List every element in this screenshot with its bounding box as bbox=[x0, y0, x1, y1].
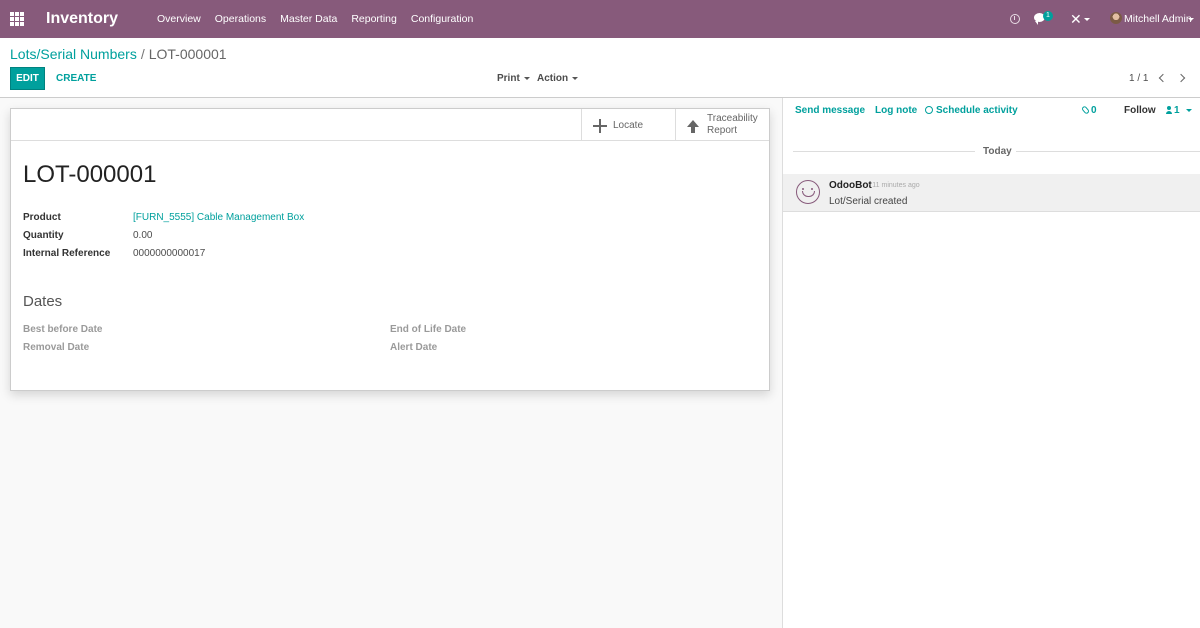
print-dropdown[interactable]: Print bbox=[497, 73, 530, 84]
apps-menu-icon[interactable] bbox=[10, 12, 24, 26]
menu-item-reporting[interactable]: Reporting bbox=[351, 13, 397, 25]
clock-icon bbox=[925, 106, 933, 114]
quantity-value: 0.00 bbox=[133, 230, 153, 241]
product-label: Product bbox=[23, 212, 61, 223]
dates-group-title: Dates bbox=[23, 293, 63, 310]
form-sheet: Locate Traceability Report LOT-000001 Pr… bbox=[10, 108, 770, 391]
user-icon bbox=[1166, 106, 1172, 114]
pager-previous-icon[interactable] bbox=[1158, 73, 1168, 83]
date-separator-line bbox=[1015, 151, 1200, 152]
chevron-down-icon bbox=[1185, 108, 1192, 112]
menu-item-configuration[interactable]: Configuration bbox=[411, 13, 473, 25]
chatter-message: OdooBot - 11 minutes ago Lot/Serial crea… bbox=[783, 174, 1200, 212]
attachments-button[interactable]: 0 bbox=[1081, 105, 1097, 116]
internal-reference-label: Internal Reference bbox=[23, 248, 111, 259]
odoobot-avatar-icon bbox=[796, 180, 820, 204]
arrow-up-icon bbox=[687, 120, 699, 133]
activity-clock-icon[interactable] bbox=[1010, 14, 1020, 24]
log-note-button[interactable]: Log note bbox=[875, 105, 917, 116]
breadcrumb-current: LOT-000001 bbox=[148, 46, 227, 62]
schedule-activity-button[interactable]: Schedule activity bbox=[925, 105, 1018, 116]
pager-value[interactable]: 1 / 1 bbox=[1129, 73, 1148, 84]
top-navbar: Inventory Overview Operations Master Dat… bbox=[0, 0, 1200, 38]
best-before-date-label: Best before Date bbox=[23, 324, 103, 335]
end-of-life-date-label: End of Life Date bbox=[390, 324, 467, 335]
date-separator: Today bbox=[979, 146, 1016, 157]
locate-button[interactable]: Locate bbox=[581, 109, 675, 141]
breadcrumb: Lots/Serial Numbers / LOT-000001 bbox=[10, 46, 227, 62]
user-avatar[interactable] bbox=[1110, 12, 1122, 24]
paperclip-icon bbox=[1081, 105, 1090, 115]
create-button[interactable]: CREATE bbox=[56, 73, 96, 84]
schedule-activity-label: Schedule activity bbox=[936, 105, 1018, 116]
message-body: Lot/Serial created bbox=[829, 196, 908, 207]
attachment-count: 0 bbox=[1091, 105, 1097, 116]
edit-button[interactable]: EDIT bbox=[10, 67, 45, 90]
internal-reference-value: 0000000000017 bbox=[133, 248, 206, 259]
action-label: Action bbox=[537, 73, 569, 84]
message-timestamp: - 11 minutes ago bbox=[868, 182, 920, 189]
debug-tools-icon[interactable]: ✕ bbox=[1070, 11, 1082, 28]
pager-next-icon[interactable] bbox=[1176, 73, 1186, 83]
chatter-panel: Send message Log note Schedule activity … bbox=[782, 98, 1200, 628]
menu-item-operations[interactable]: Operations bbox=[215, 13, 266, 25]
main-menu: Overview Operations Master Data Reportin… bbox=[157, 13, 473, 25]
app-name[interactable]: Inventory bbox=[46, 10, 118, 28]
smart-button-box: Locate Traceability Report bbox=[11, 109, 769, 141]
traceability-label: Traceability Report bbox=[707, 113, 758, 136]
followers-button[interactable]: 1 bbox=[1166, 105, 1192, 116]
message-author[interactable]: OdooBot bbox=[829, 180, 872, 191]
alert-date-label: Alert Date bbox=[390, 342, 438, 353]
send-message-button[interactable]: Send message bbox=[795, 105, 865, 116]
control-panel: Lots/Serial Numbers / LOT-000001 EDIT CREA… bbox=[0, 38, 1200, 98]
followers-count: 1 bbox=[1174, 105, 1180, 116]
quantity-label: Quantity bbox=[23, 230, 64, 241]
action-dropdown[interactable]: Action bbox=[537, 73, 579, 84]
follow-button[interactable]: Follow bbox=[1124, 105, 1156, 116]
user-menu[interactable]: Mitchell Admin bbox=[1124, 13, 1192, 25]
chevron-down-icon bbox=[523, 76, 530, 80]
record-title: LOT-000001 bbox=[23, 161, 157, 188]
date-separator-line bbox=[793, 151, 975, 152]
traceability-report-button[interactable]: Traceability Report bbox=[675, 109, 769, 141]
chevron-down-icon bbox=[1084, 18, 1090, 21]
chevron-down-icon bbox=[572, 76, 579, 80]
print-label: Print bbox=[497, 73, 520, 84]
breadcrumb-lots[interactable]: Lots/Serial Numbers bbox=[10, 46, 137, 62]
chat-count-badge: 1 bbox=[1043, 11, 1053, 21]
arrows-move-icon bbox=[592, 118, 608, 134]
menu-item-master-data[interactable]: Master Data bbox=[280, 13, 337, 25]
removal-date-label: Removal Date bbox=[23, 342, 90, 353]
breadcrumb-separator: / bbox=[140, 46, 145, 62]
menu-item-overview[interactable]: Overview bbox=[157, 13, 201, 25]
locate-label: Locate bbox=[613, 120, 644, 131]
chevron-down-icon bbox=[1188, 18, 1194, 21]
product-link[interactable]: [FURN_5555] Cable Management Box bbox=[133, 212, 304, 223]
